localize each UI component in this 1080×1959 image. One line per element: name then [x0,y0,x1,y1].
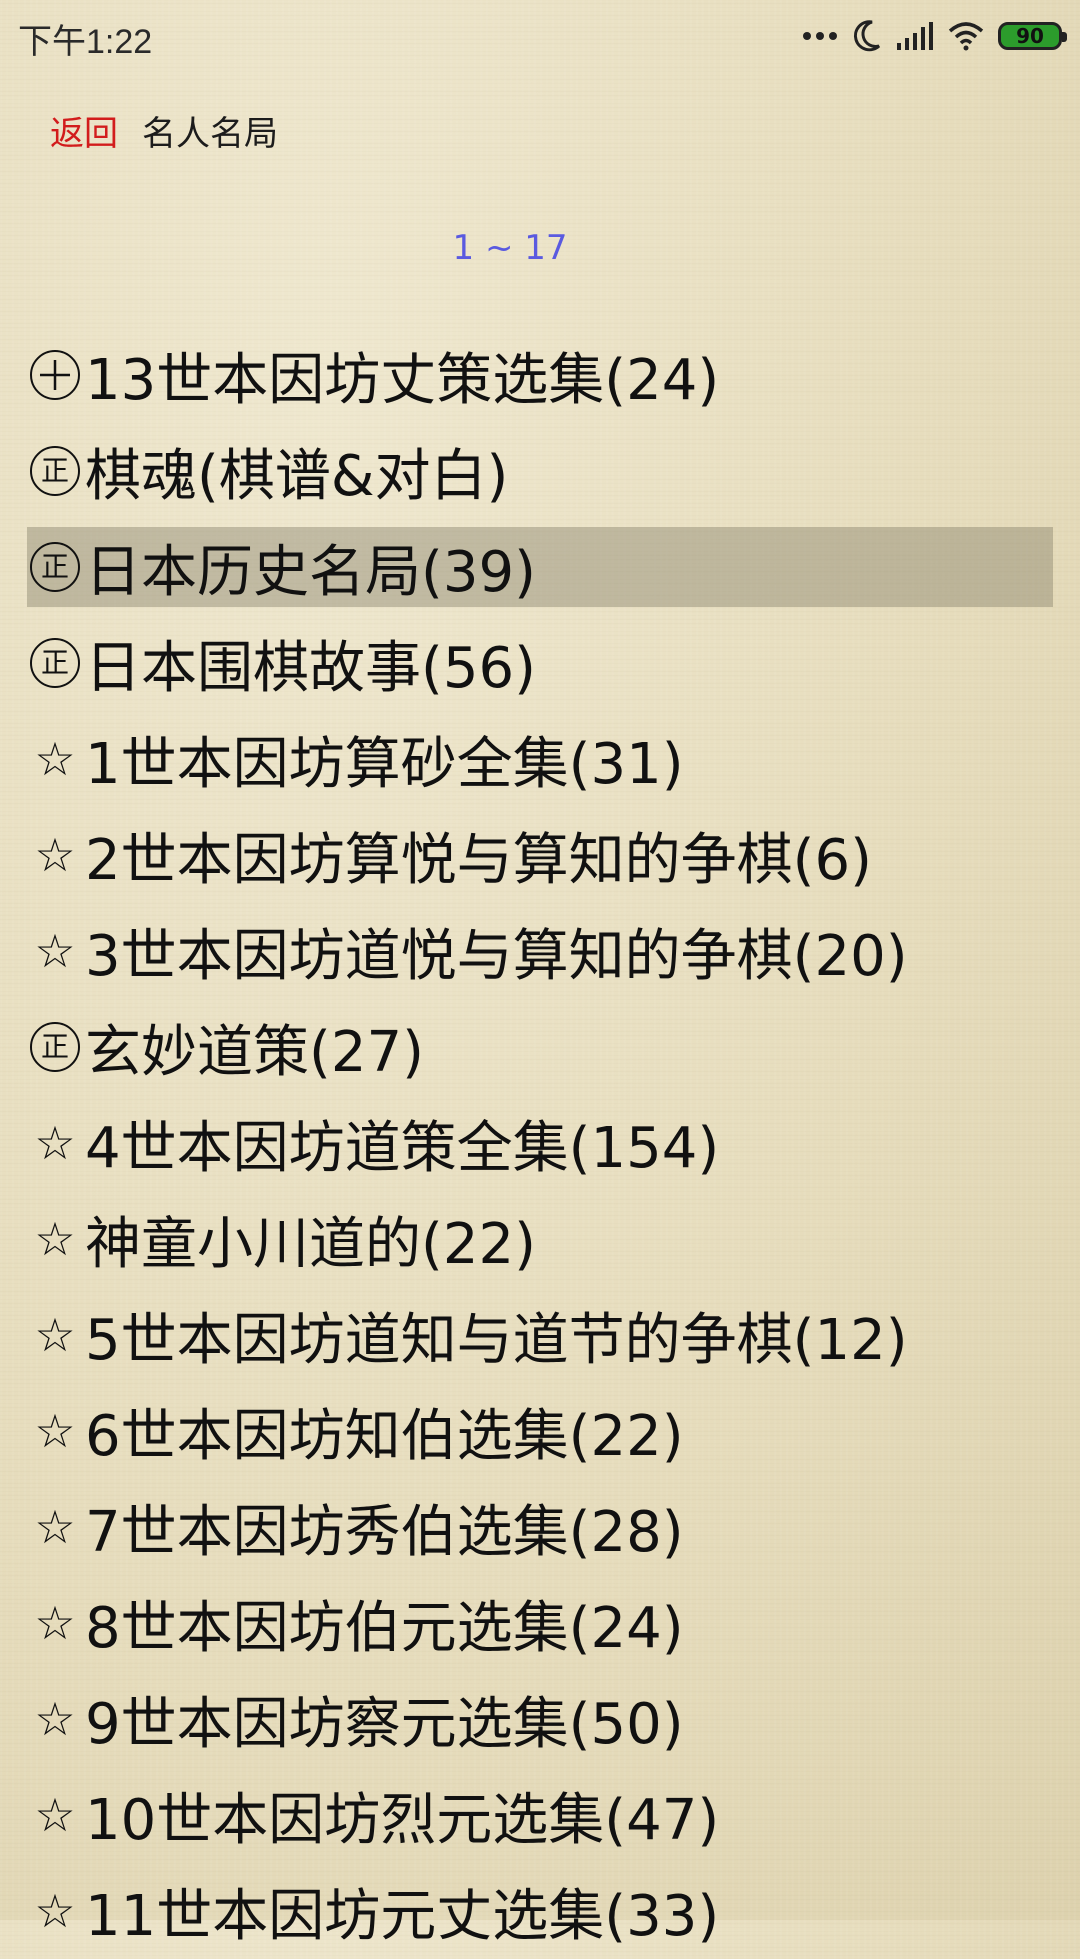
list-item-label: 日本围棋故事(56) [85,635,536,701]
list-item-label: 13世本因坊丈策选集(24) [85,347,720,413]
list-item[interactable]: ☆ 神童小川道的(22) [27,1191,1053,1287]
collection-list: 13世本因坊丈策选集(24) 正棋魂(棋谱&对白) 正日本历史名局(39) 正日本围棋… [27,327,1053,1959]
list-item-label: 3世本因坊道悦与算知的争棋(20) [85,923,908,989]
list-item-label: 8世本因坊伯元选集(24) [85,1595,684,1661]
star-icon: ☆ [27,923,83,979]
list-item[interactable]: 正日本围棋故事(56) [27,615,1053,711]
star-icon: ☆ [27,1403,83,1459]
list-item-label: 1世本因坊算砂全集(31) [85,731,684,797]
list-item-label: 11世本因坊元丈选集(33) [85,1883,720,1949]
list-item-label: 10世本因坊烈元选集(47) [85,1787,720,1853]
moon-icon [852,19,882,53]
star-icon: ☆ [27,731,83,787]
circle-glyph [30,350,80,400]
wifi-icon [948,21,984,51]
star-glyph: ☆ [34,1692,76,1746]
list-item-label: 4世本因坊道策全集(154) [85,1115,720,1181]
star-icon: ☆ [27,1691,83,1747]
status-icons: 90 [802,14,1067,58]
list-item[interactable]: ☆ 10世本因坊烈元选集(47) [27,1767,1053,1863]
star-icon: ☆ [27,1883,83,1939]
star-icon: ☆ [27,1595,83,1651]
circle-zheng-icon: 正 [27,539,83,595]
list-item[interactable]: ☆ 11世本因坊元丈选集(33) [27,1863,1053,1959]
list-item-label: 7世本因坊秀伯选集(28) [85,1499,684,1565]
circle-glyph: 正 [30,446,80,496]
star-glyph: ☆ [34,1212,76,1266]
battery-icon: 90 [998,22,1067,50]
list-item[interactable]: ☆ 9世本因坊察元选集(50) [27,1671,1053,1767]
list-item[interactable]: ☆ 5世本因坊道知与道节的争棋(12) [27,1287,1053,1383]
star-icon: ☆ [27,1307,83,1363]
star-icon: ☆ [27,1787,83,1843]
star-glyph: ☆ [34,828,76,882]
list-item-label: 玄妙道策(27) [85,1019,424,1085]
signal-icon [896,21,934,51]
list-item[interactable]: 13世本因坊丈策选集(24) [27,327,1053,423]
list-item-label: 日本历史名局(39) [85,539,536,605]
page-title: 名人名局 [142,113,278,154]
star-glyph: ☆ [34,1596,76,1650]
list-item[interactable]: ☆ 2世本因坊算悦与算知的争棋(6) [27,807,1053,903]
circle-plus-icon [27,347,83,403]
circle-glyph: 正 [30,542,80,592]
star-glyph: ☆ [34,1308,76,1362]
list-item[interactable]: ☆ 4世本因坊道策全集(154) [27,1095,1053,1191]
list-item[interactable]: 正日本历史名局(39) [27,527,1053,607]
more-dots-icon [802,30,838,42]
back-button[interactable]: 返回 [50,106,118,155]
star-glyph: ☆ [34,1788,76,1842]
list-item-label: 2世本因坊算悦与算知的争棋(6) [85,827,872,893]
list-item[interactable]: ☆ 3世本因坊道悦与算知的争棋(20) [27,903,1053,999]
list-item[interactable]: ☆ 1世本因坊算砂全集(31) [27,711,1053,807]
list-item-label: 棋魂(棋谱&对白) [85,443,509,509]
list-item-label: 神童小川道的(22) [85,1211,536,1277]
list-item-label: 5世本因坊道知与道节的争棋(12) [85,1307,908,1373]
list-item[interactable]: 正棋魂(棋谱&对白) [27,423,1053,519]
status-bar: 下午1:22 90 [0,0,1080,72]
star-glyph: ☆ [34,924,76,978]
star-icon: ☆ [27,1499,83,1555]
list-item[interactable]: ☆ 7世本因坊秀伯选集(28) [27,1479,1053,1575]
circle-zheng-icon: 正 [27,443,83,499]
star-icon: ☆ [27,827,83,883]
star-glyph: ☆ [34,732,76,786]
star-icon: ☆ [27,1211,83,1267]
star-glyph: ☆ [34,1404,76,1458]
star-icon: ☆ [27,1115,83,1171]
list-item-label: 9世本因坊察元选集(50) [85,1691,684,1757]
page-range-label: 1 ~ 17 [452,228,568,268]
star-glyph: ☆ [34,1884,76,1938]
circle-glyph: 正 [30,1022,80,1072]
list-item-label: 6世本因坊知伯选集(22) [85,1403,684,1469]
list-item[interactable]: 正玄妙道策(27) [27,999,1053,1095]
star-glyph: ☆ [34,1500,76,1554]
star-glyph: ☆ [34,1116,76,1170]
list-item[interactable]: ☆ 8世本因坊伯元选集(24) [27,1575,1053,1671]
circle-zheng-icon: 正 [27,1019,83,1075]
list-item[interactable]: ☆ 6世本因坊知伯选集(22) [27,1383,1053,1479]
header: 返回 名人名局 [50,100,278,160]
circle-zheng-icon: 正 [27,635,83,691]
battery-level: 90 [1016,24,1044,48]
status-time: 下午1:22 [18,23,153,61]
circle-glyph: 正 [30,638,80,688]
